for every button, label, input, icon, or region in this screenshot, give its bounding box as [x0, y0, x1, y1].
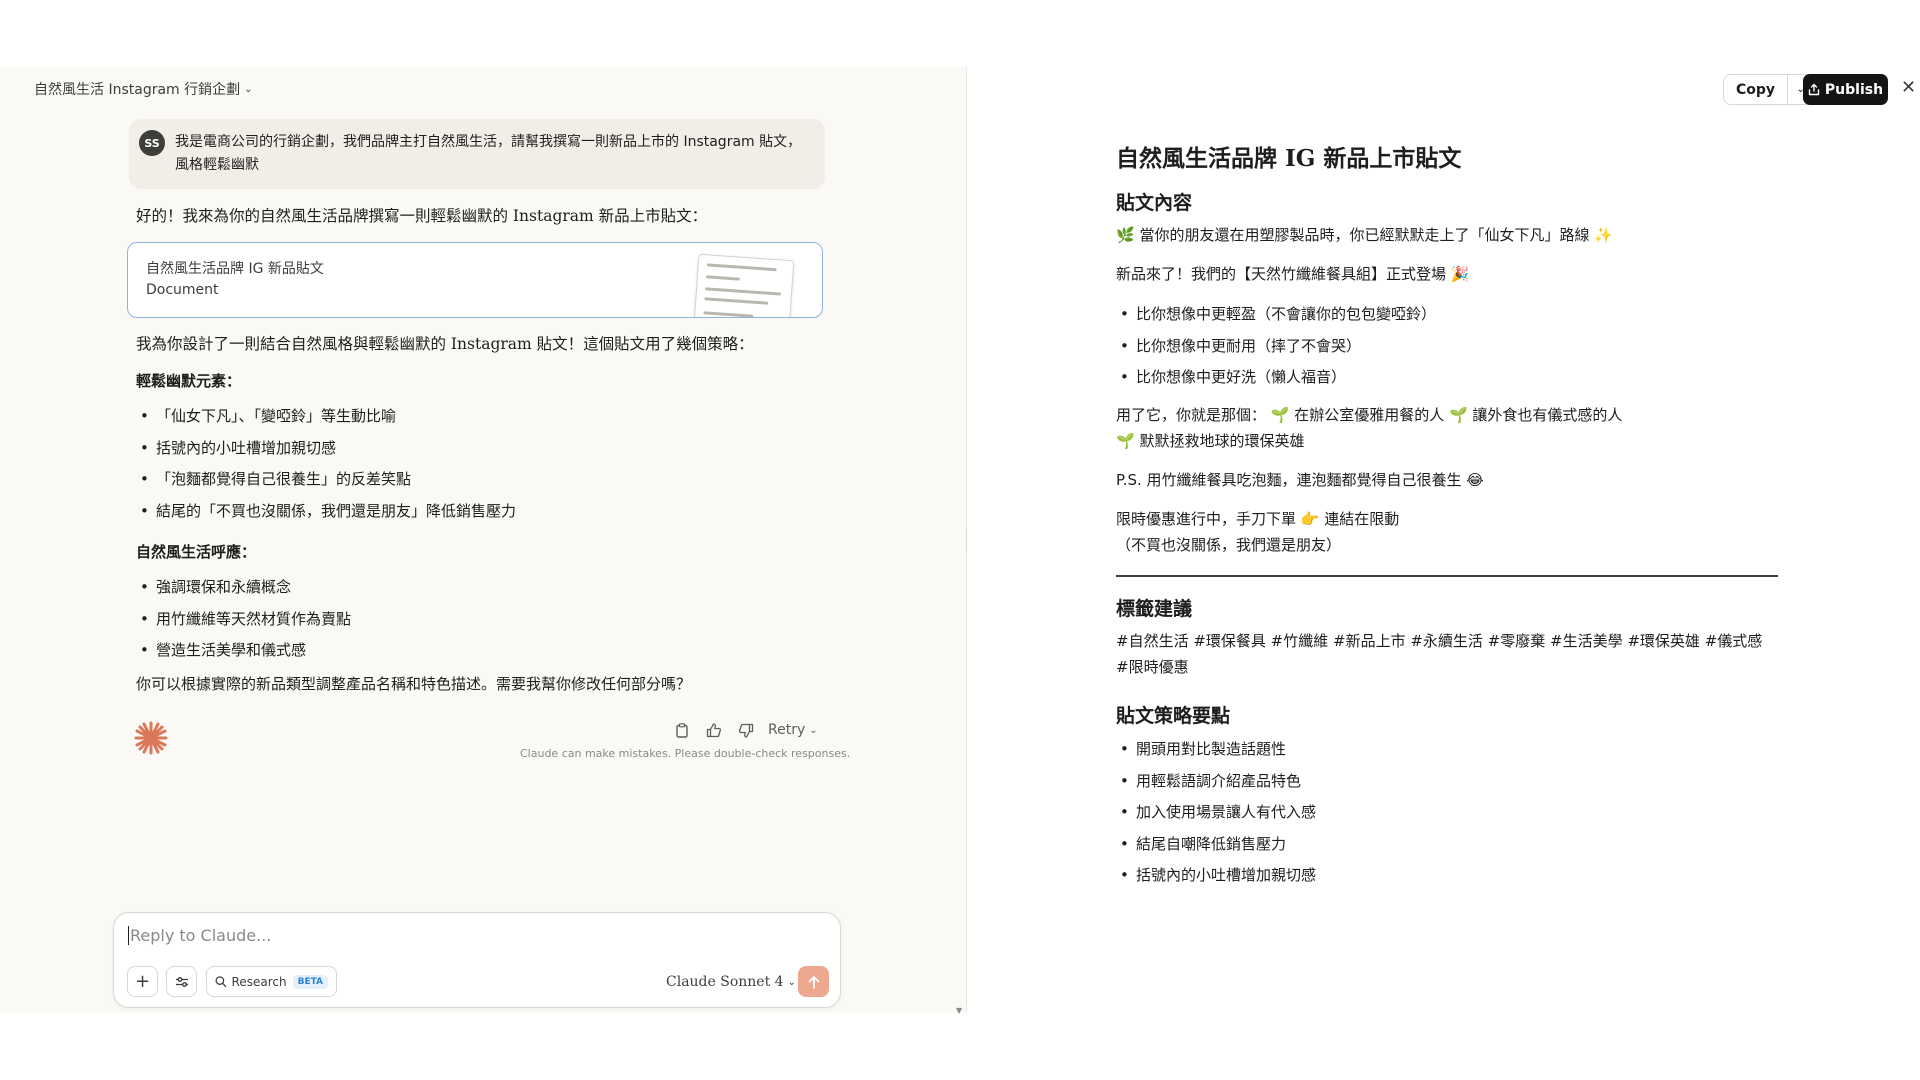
list-item: 加入使用場景讓人有代入感 — [1116, 800, 1316, 832]
list-item: 用竹纖維等天然材質作為賣點 — [136, 607, 351, 639]
user-message-text: 我是電商公司的行銷企劃，我們品牌主打自然風生活，請幫我撰寫一則新品上市的 Ins… — [175, 134, 802, 173]
section-heading-humor: 輕鬆幽默元素： — [136, 372, 242, 390]
avatar: SS — [139, 130, 165, 156]
app-window: 自然風生活 Instagram 行銷企劃 ⌄ SS 我是電商公司的行銷企劃，我們… — [0, 67, 1920, 1015]
beta-badge: BETA — [292, 974, 328, 989]
add-attachment-button[interactable]: + — [127, 966, 158, 997]
document-thumbnail-icon — [693, 253, 795, 317]
post-line-5b: （不買也沒關係，我們還是朋友） — [1116, 536, 1342, 554]
section-heading-nature: 自然風生活呼應： — [136, 543, 257, 561]
list-item: 比你想像中更好洗（懶人福音） — [1116, 365, 1436, 397]
thumbs-down-icon[interactable] — [736, 720, 756, 740]
search-icon — [215, 976, 227, 987]
sliders-icon — [175, 976, 188, 987]
thumbs-up-icon[interactable] — [704, 720, 724, 740]
close-icon[interactable]: ✕ — [1901, 77, 1916, 98]
copy-button[interactable]: Copy — [1724, 75, 1788, 104]
list-item: 括號內的小吐槽增加親切感 — [1116, 863, 1316, 895]
research-label: Research — [231, 974, 287, 989]
post-line-3b: 🌱 默默拯救地球的環保英雄 — [1116, 432, 1305, 450]
list-item: 結尾的「不買也沒關係，我們還是朋友」降低銷售壓力 — [136, 499, 516, 531]
conversation-title-dropdown[interactable]: 自然風生活 Instagram 行銷企劃 ⌄ — [34, 79, 253, 99]
list-item: 結尾自嘲降低銷售壓力 — [1116, 832, 1316, 864]
user-message: SS 我是電商公司的行銷企劃，我們品牌主打自然風生活，請幫我撰寫一則新品上市的 … — [129, 119, 825, 189]
feature-list: 比你想像中更輕盈（不會讓你的包包變啞鈴） 比你想像中更耐用（摔了不會哭） 比你想… — [1116, 302, 1436, 397]
claude-spark-icon — [134, 721, 168, 755]
nature-list: 強調環保和永續概念 用竹纖維等天然材質作為賣點 營造生活美學和儀式感 — [136, 575, 351, 670]
strategy-list: 開頭用對比製造話題性 用輕鬆語調介紹產品特色 加入使用場景讓人有代入感 結尾自嘲… — [1116, 737, 1316, 895]
artifact-card-type: Document — [146, 282, 219, 298]
list-item: 強調環保和永續概念 — [136, 575, 351, 607]
list-item: 營造生活美學和儀式感 — [136, 638, 351, 670]
assistant-closing: 你可以根據實際的新品類型調整產品名稱和特色描述。需要我幫你修改任何部分嗎？ — [136, 675, 692, 693]
artifact-card[interactable]: 自然風生活品牌 IG 新品貼文 Document — [127, 242, 823, 318]
tags-text: #自然生活 #環保餐具 #竹纖維 #新品上市 #永續生活 #零廢棄 #生活美學 … — [1116, 632, 1763, 676]
post-line-3a: 用了它，你就是那個： 🌱 在辦公室優雅用餐的人 🌱 讓外食也有儀式感的人 — [1116, 406, 1623, 424]
scroll-down-icon[interactable]: ▼ — [956, 1006, 962, 1015]
copy-button-group: Copy ⌄ — [1723, 74, 1815, 105]
divider — [1116, 575, 1778, 577]
tags-heading: 標籤建議 — [1116, 598, 1193, 620]
document-title: 自然風生活品牌 IG 新品上市貼文 — [1116, 145, 1462, 172]
send-button[interactable] — [798, 966, 829, 997]
artifact-pane: Copy ⌄ Publish ✕ 自然風生活品牌 IG 新品上市貼文 貼文內容 … — [967, 67, 1920, 1013]
tools-button[interactable] — [166, 966, 197, 997]
post-line-4: P.S. 用竹纖維餐具吃泡麵，連泡麵都覺得自己很養生 😂 — [1116, 471, 1484, 489]
copy-icon[interactable] — [672, 720, 692, 740]
retry-label: Retry — [768, 722, 806, 738]
artifact-card-title: 自然風生活品牌 IG 新品貼文 — [146, 261, 324, 277]
publish-button[interactable]: Publish — [1803, 74, 1888, 105]
list-item: 比你想像中更耐用（摔了不會哭） — [1116, 334, 1436, 366]
chevron-down-icon: ⌄ — [809, 724, 818, 736]
list-item: 開頭用對比製造話題性 — [1116, 737, 1316, 769]
list-item: 「泡麵都覺得自己很養生」的反差笑點 — [136, 467, 516, 499]
post-line-2: 新品來了！我們的【天然竹纖維餐具組】正式登場 🎉 — [1116, 265, 1470, 283]
chat-pane: 自然風生活 Instagram 行銷企劃 ⌄ SS 我是電商公司的行銷企劃，我們… — [0, 67, 972, 1015]
arrow-up-icon — [808, 975, 819, 989]
list-item: 比你想像中更輕盈（不會讓你的包包變啞鈴） — [1116, 302, 1436, 334]
list-item: 「仙女下凡」、「變啞鈴」等生動比喻 — [136, 404, 516, 436]
disclaimer: Claude can make mistakes. Please double-… — [520, 747, 851, 760]
share-icon — [1808, 83, 1820, 96]
post-line-5a: 限時優惠進行中，手刀下單 👉 連結在限動 — [1116, 510, 1400, 528]
composer: Reply to Claude... + Research BETA Claud… — [113, 912, 841, 1008]
plus-icon: + — [134, 971, 151, 992]
research-button[interactable]: Research BETA — [206, 966, 337, 997]
post-line-1: 🌿 當你的朋友還在用塑膠製品時，你已經默默走上了「仙女下凡」路線 ✨ — [1116, 226, 1613, 244]
chevron-down-icon: ⌄ — [244, 83, 253, 95]
list-item: 括號內的小吐槽增加親切感 — [136, 436, 516, 468]
message-actions: Retry ⌄ — [672, 720, 818, 740]
retry-button[interactable]: Retry ⌄ — [768, 722, 818, 738]
list-item: 用輕鬆語調介紹產品特色 — [1116, 769, 1316, 801]
reply-input[interactable]: Reply to Claude... — [128, 926, 271, 945]
model-selector[interactable]: Claude Sonnet 4 ⌄ — [666, 974, 796, 990]
model-label: Claude Sonnet 4 — [666, 974, 784, 990]
strategy-heading: 貼文策略要點 — [1116, 705, 1231, 727]
assistant-intro: 好的！我來為你的自然風生活品牌撰寫一則輕鬆幽默的 Instagram 新品上市貼… — [136, 207, 708, 225]
chevron-down-icon: ⌄ — [787, 976, 796, 988]
conversation-title: 自然風生活 Instagram 行銷企劃 — [34, 82, 241, 98]
humor-list: 「仙女下凡」、「變啞鈴」等生動比喻 括號內的小吐槽增加親切感 「泡麵都覺得自己很… — [136, 404, 516, 530]
post-heading: 貼文內容 — [1116, 192, 1193, 214]
publish-label: Publish — [1824, 81, 1884, 98]
assistant-summary: 我為你設計了一則結合自然風格與輕鬆幽默的 Instagram 貼文！這個貼文用了… — [136, 335, 754, 353]
